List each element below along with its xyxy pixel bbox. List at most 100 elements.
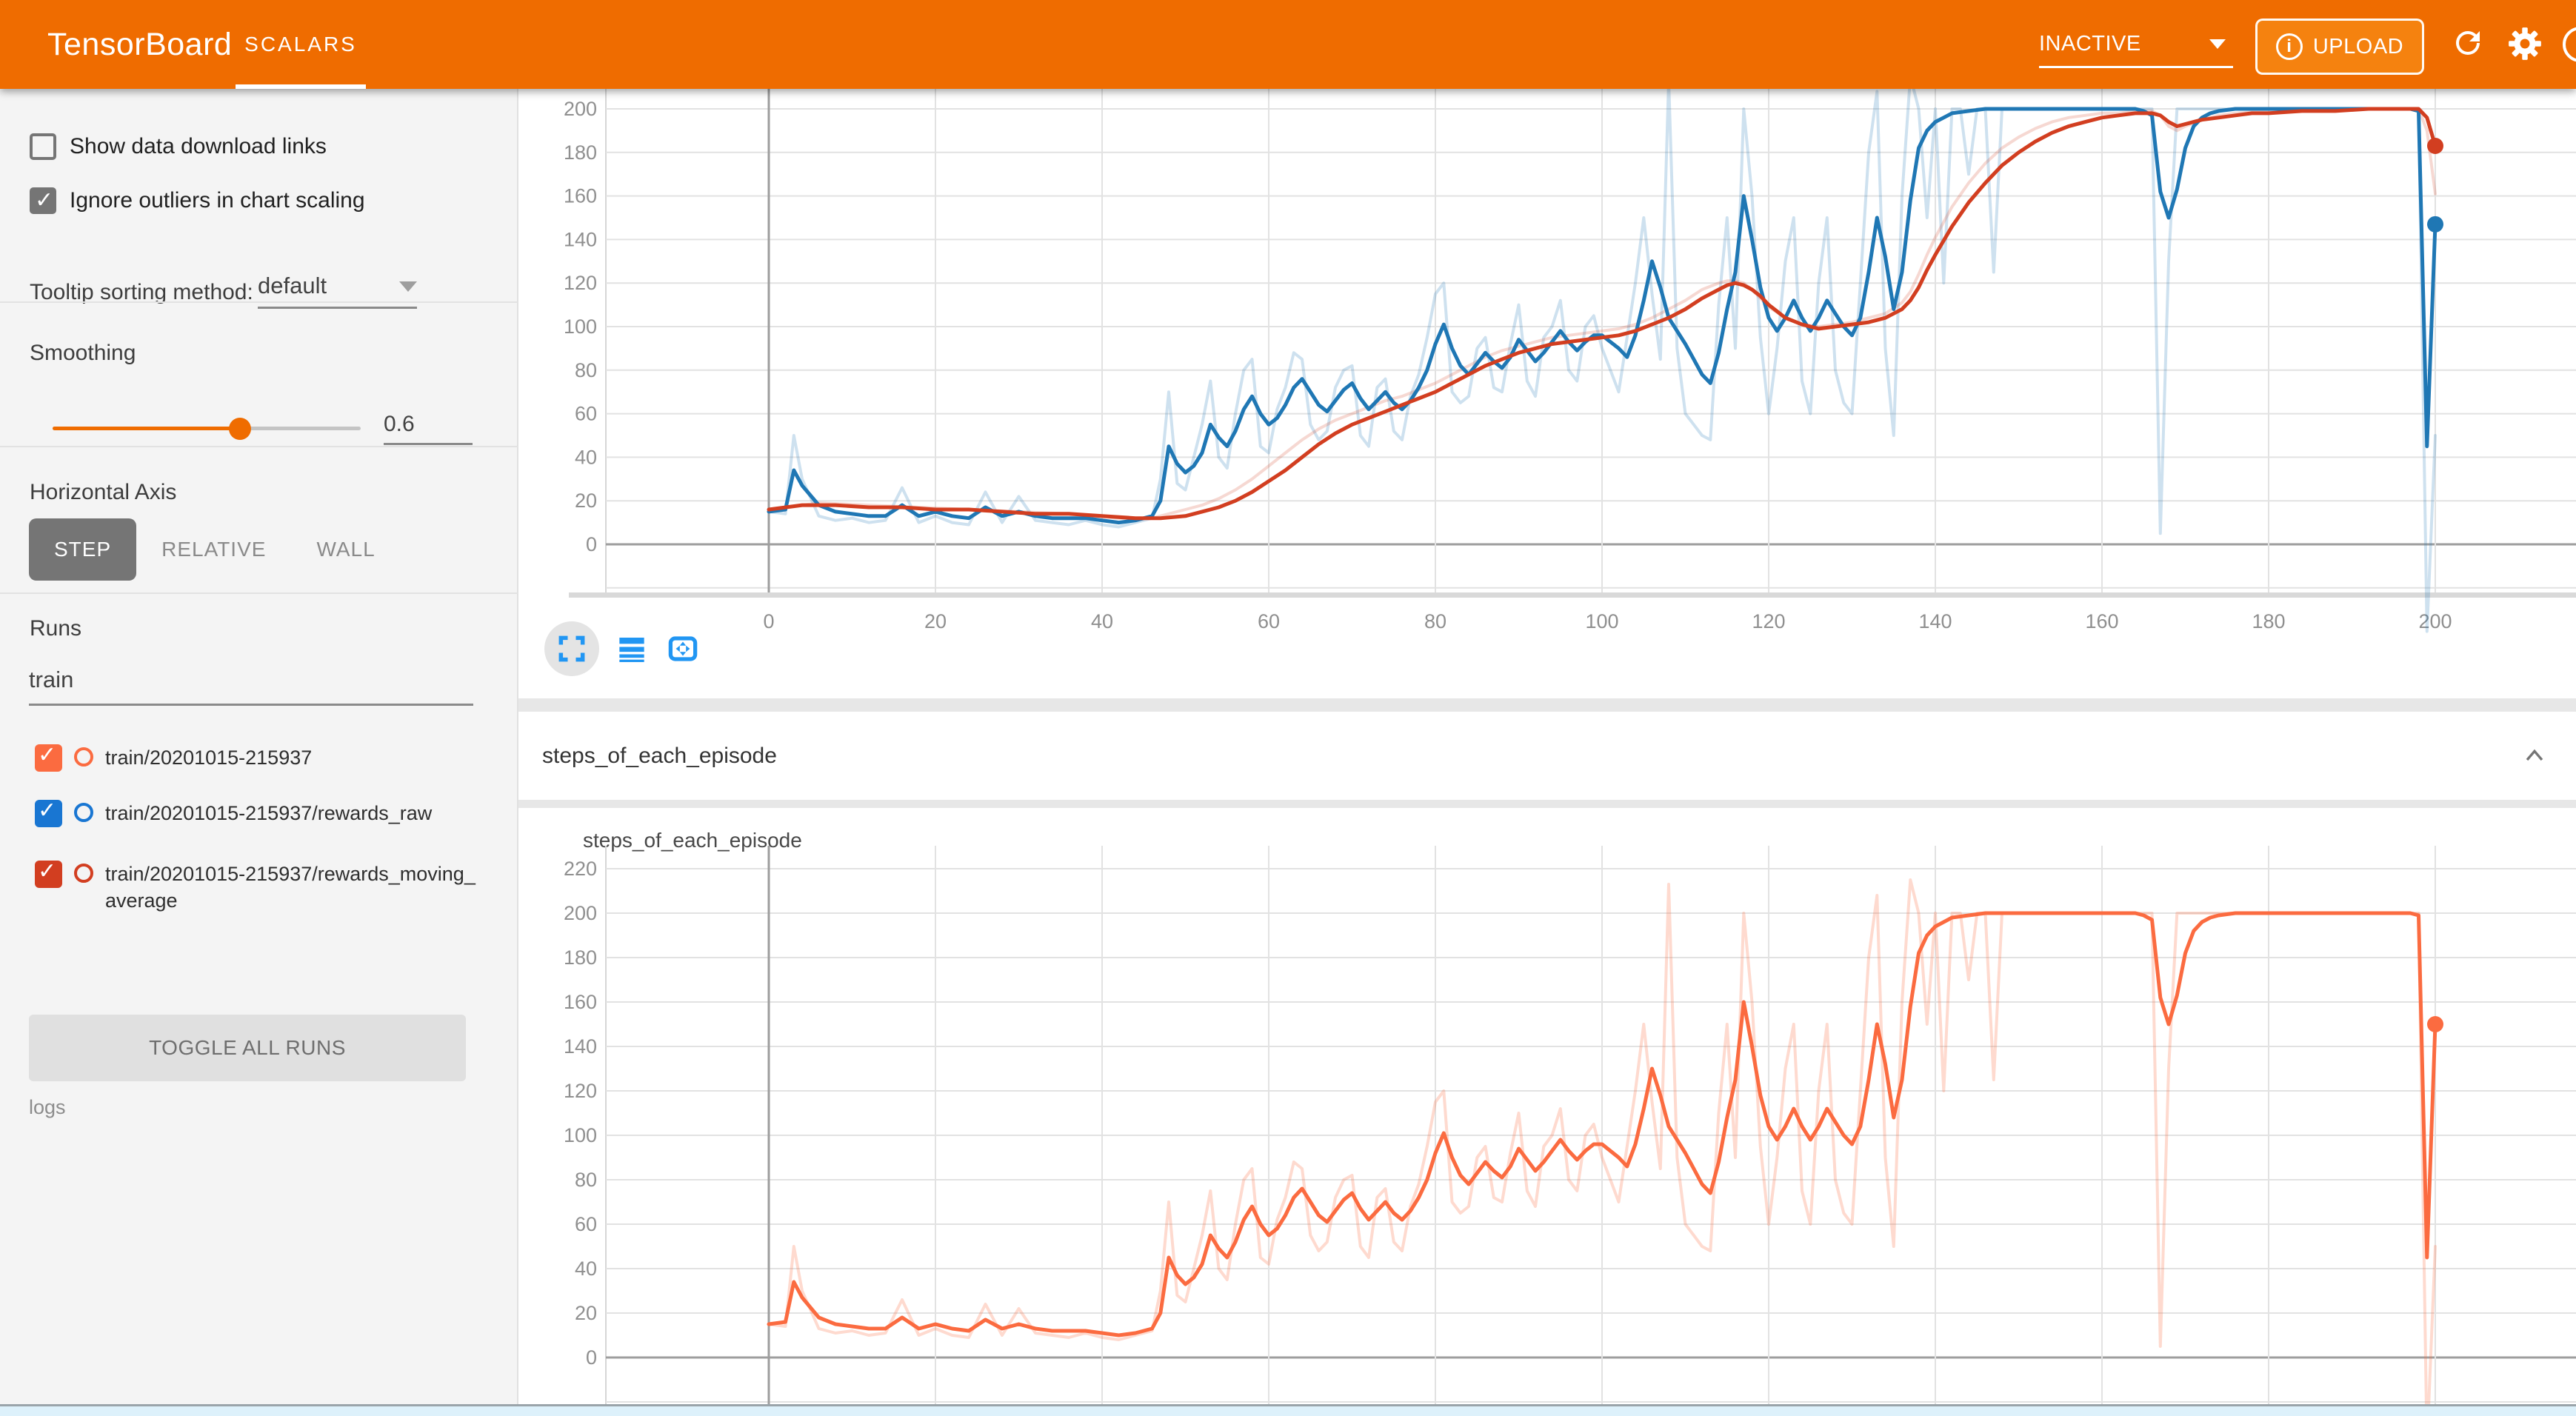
rewards-line-chart[interactable]: 0 20 40 60 80 100 120 140 160 180 200 0 20 40 60 80 100 1… bbox=[518, 44, 2576, 637]
axis-relative-button[interactable]: RELATIVE bbox=[136, 518, 291, 581]
run-label: train/20201015-215937 bbox=[105, 744, 312, 771]
svg-text:200: 200 bbox=[2418, 610, 2452, 632]
svg-text:200: 200 bbox=[564, 98, 597, 120]
svg-text:180: 180 bbox=[2252, 610, 2285, 632]
runs-filter-input[interactable] bbox=[29, 667, 473, 706]
divider bbox=[0, 592, 518, 594]
svg-text:40: 40 bbox=[575, 1258, 597, 1280]
sidebar: Show data download links Ignore outliers… bbox=[0, 89, 518, 1404]
svg-text:160: 160 bbox=[564, 991, 597, 1013]
svg-text:200: 200 bbox=[564, 902, 597, 924]
horizontal-scrollbar[interactable] bbox=[0, 1404, 2576, 1416]
app-title: TensorBoard bbox=[47, 27, 232, 63]
run-color-circle-icon bbox=[74, 864, 93, 883]
runs-filter-field bbox=[29, 667, 473, 706]
svg-text:220: 220 bbox=[564, 858, 597, 880]
svg-text:120: 120 bbox=[1752, 610, 1785, 632]
run-label: train/20201015-215937/rewards_raw bbox=[105, 800, 432, 826]
checkbox-unchecked-icon bbox=[30, 133, 56, 160]
smoothing-value-input[interactable] bbox=[384, 412, 473, 445]
settings-gear-icon[interactable] bbox=[2506, 25, 2543, 62]
svg-text:80: 80 bbox=[575, 1169, 597, 1191]
axis-wall-button[interactable]: WALL bbox=[291, 518, 400, 581]
toggle-all-runs-button[interactable]: TOGGLE ALL RUNS bbox=[29, 1015, 466, 1081]
svg-text:0: 0 bbox=[586, 533, 597, 555]
svg-text:100: 100 bbox=[1585, 610, 1618, 632]
info-icon: i bbox=[2276, 33, 2303, 60]
ignore-outliers-checkbox[interactable]: Ignore outliers in chart scaling bbox=[30, 187, 365, 214]
tab-scalars-label: SCALARS bbox=[244, 33, 357, 56]
card-gap bbox=[518, 698, 2576, 712]
svg-text:60: 60 bbox=[575, 403, 597, 425]
checkbox-checked-icon bbox=[30, 187, 56, 214]
runs-label: Runs bbox=[30, 616, 81, 641]
svg-text:140: 140 bbox=[564, 1035, 597, 1058]
section-header-steps[interactable]: steps_of_each_episode bbox=[518, 712, 2576, 800]
card-gap bbox=[518, 800, 2576, 808]
tab-active-underline bbox=[236, 84, 366, 89]
tooltip-sorting-value: default bbox=[258, 273, 327, 299]
tensorboard-app: TensorBoard SCALARS INACTIVE i UPLOAD bbox=[0, 0, 2576, 1416]
smoothing-slider-thumb[interactable] bbox=[229, 418, 251, 440]
svg-text:180: 180 bbox=[564, 141, 597, 164]
svg-text:80: 80 bbox=[1424, 610, 1447, 632]
svg-text:80: 80 bbox=[575, 359, 597, 381]
run-row-rewards-raw[interactable]: train/20201015-215937/rewards_raw bbox=[35, 800, 432, 827]
help-icon[interactable] bbox=[2563, 27, 2576, 62]
svg-text:100: 100 bbox=[564, 1124, 597, 1146]
steps-line-chart[interactable]: 0 20 40 60 80 100 120 140 160 180 200 220 bbox=[518, 844, 2576, 1405]
app-header: TensorBoard SCALARS INACTIVE i UPLOAD bbox=[0, 0, 2576, 89]
run-row-train[interactable]: train/20201015-215937 bbox=[35, 744, 312, 772]
fit-data-icon[interactable] bbox=[664, 633, 701, 664]
run-checkbox-icon bbox=[35, 744, 62, 772]
show-download-links-checkbox[interactable]: Show data download links bbox=[30, 133, 327, 160]
checkbox-label: Show data download links bbox=[70, 134, 327, 159]
expand-icon[interactable] bbox=[544, 621, 599, 676]
svg-text:140: 140 bbox=[1918, 610, 1952, 632]
horizontal-axis-buttons: STEP RELATIVE WALL bbox=[29, 518, 401, 581]
run-color-circle-icon bbox=[74, 747, 93, 767]
run-checkbox-icon bbox=[35, 800, 62, 827]
checkbox-label: Ignore outliers in chart scaling bbox=[70, 188, 365, 213]
svg-text:20: 20 bbox=[924, 610, 947, 632]
svg-text:0: 0 bbox=[586, 1346, 597, 1369]
svg-text:140: 140 bbox=[564, 228, 597, 250]
smoothing-slider-fill bbox=[53, 427, 238, 430]
status-dropdown-value: INACTIVE bbox=[2039, 32, 2141, 56]
run-label: train/20201015-215937/rewards_moving_ave… bbox=[105, 861, 476, 914]
divider bbox=[0, 446, 518, 447]
refresh-icon[interactable] bbox=[2450, 25, 2486, 61]
chart-toolbar bbox=[544, 621, 701, 676]
svg-text:100: 100 bbox=[564, 315, 597, 338]
upload-button[interactable]: i UPLOAD bbox=[2255, 19, 2424, 75]
status-dropdown[interactable]: INACTIVE bbox=[2039, 22, 2233, 68]
svg-text:180: 180 bbox=[564, 946, 597, 969]
logs-text: logs bbox=[29, 1096, 66, 1119]
svg-text:160: 160 bbox=[2085, 610, 2118, 632]
run-row-rewards-moving-average[interactable]: train/20201015-215937/rewards_moving_ave… bbox=[35, 861, 476, 914]
axis-step-button[interactable]: STEP bbox=[29, 518, 136, 581]
section-title: steps_of_each_episode bbox=[542, 744, 777, 769]
log-scale-icon[interactable] bbox=[615, 634, 648, 664]
divider bbox=[0, 301, 518, 303]
smoothing-slider[interactable] bbox=[53, 427, 361, 430]
chevron-up-icon[interactable] bbox=[2520, 741, 2549, 771]
horizontal-axis-label: Horizontal Axis bbox=[30, 480, 176, 505]
svg-text:40: 40 bbox=[1091, 610, 1113, 632]
chevron-down-icon bbox=[2209, 39, 2226, 49]
smoothing-value-field bbox=[384, 412, 473, 445]
tooltip-sorting-dropdown[interactable]: default bbox=[258, 273, 417, 309]
smoothing-label: Smoothing bbox=[30, 341, 136, 366]
svg-text:120: 120 bbox=[564, 1080, 597, 1102]
svg-text:160: 160 bbox=[564, 185, 597, 207]
svg-text:60: 60 bbox=[1258, 610, 1280, 632]
run-color-circle-icon bbox=[74, 803, 93, 822]
svg-text:40: 40 bbox=[575, 446, 597, 468]
svg-text:0: 0 bbox=[763, 610, 774, 632]
svg-text:20: 20 bbox=[575, 490, 597, 512]
svg-text:120: 120 bbox=[564, 272, 597, 294]
svg-text:20: 20 bbox=[575, 1302, 597, 1324]
run-checkbox-icon bbox=[35, 861, 62, 888]
tab-scalars[interactable]: SCALARS bbox=[236, 0, 366, 89]
svg-text:60: 60 bbox=[575, 1213, 597, 1235]
